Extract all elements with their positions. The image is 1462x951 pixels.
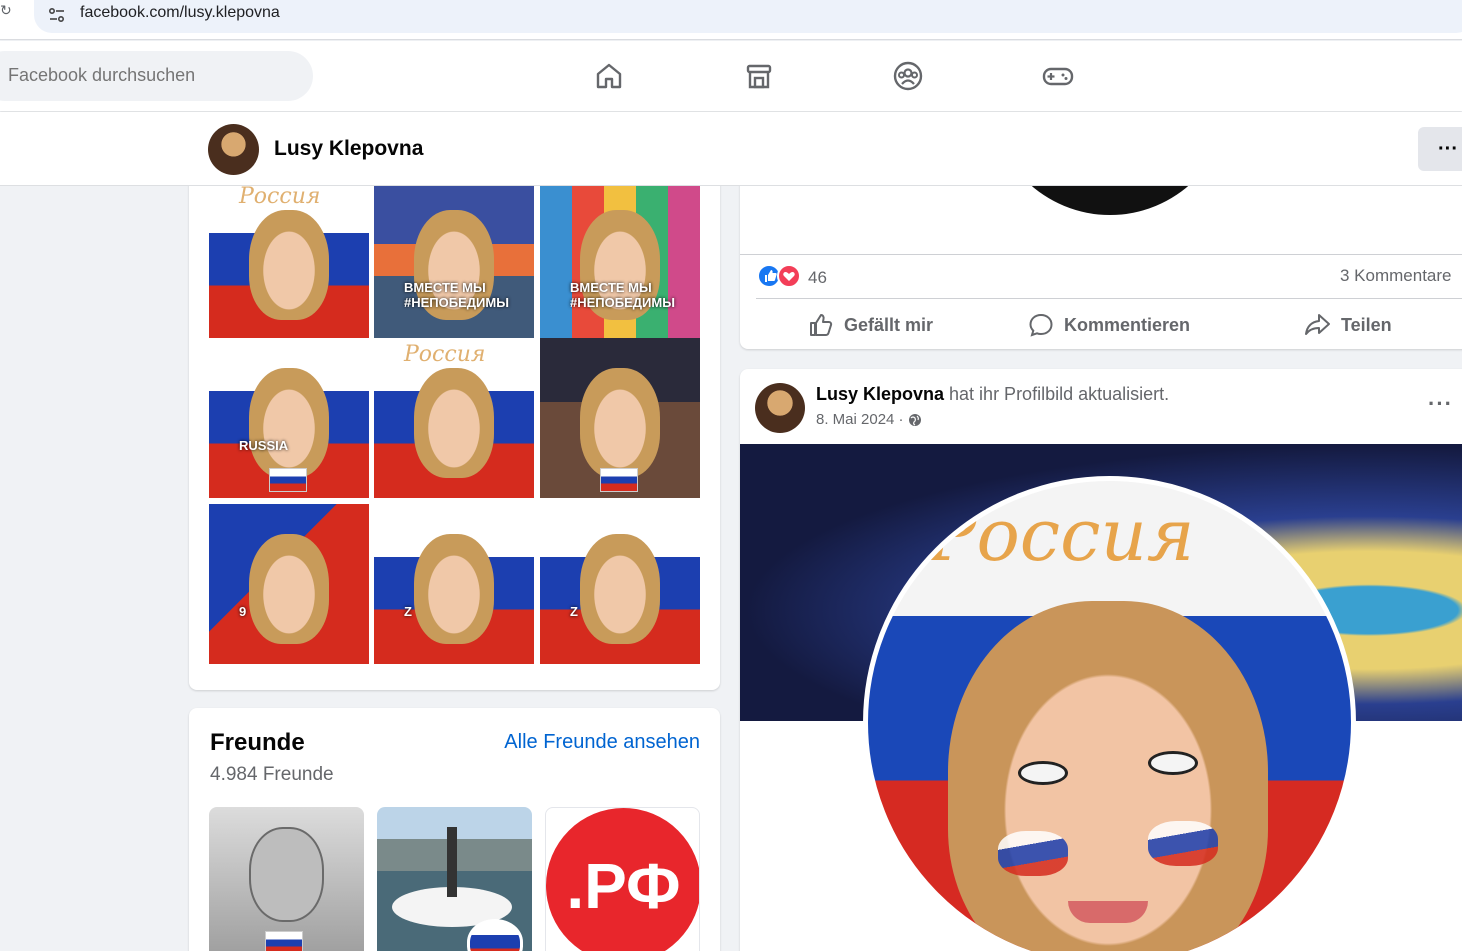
share-button[interactable]: Teilen [1303, 308, 1392, 342]
post-header: Lusy Klepovna hat ihr Profilbild aktuali… [816, 384, 1169, 405]
flag-face-paint [998, 831, 1068, 876]
photo-thumbnail[interactable]: ВМЕСТЕ МЫ #НЕПОБЕДИМЫ [540, 180, 700, 340]
divider [756, 298, 1462, 299]
reaction-count[interactable]: 46 [808, 268, 827, 288]
groups-icon[interactable] [890, 58, 926, 94]
portrait-face [414, 534, 494, 644]
friend-photo [447, 827, 457, 897]
photo-thumbnail[interactable]: Z [540, 504, 700, 664]
gaming-icon[interactable] [1040, 58, 1076, 94]
share-label: Teilen [1341, 314, 1392, 335]
post-options-button[interactable]: ··· [1428, 391, 1453, 417]
photo-script-text: Россия [239, 184, 321, 209]
like-love-reaction-icons[interactable] [757, 264, 803, 288]
share-icon [1305, 314, 1330, 335]
search-box[interactable] [0, 51, 313, 101]
image-script-text: Россия [928, 493, 1195, 577]
russian-flag-icon [265, 931, 303, 951]
browser-toolbar: ↻ facebook.com/lusy.klepovna [0, 0, 1462, 40]
photo-caption: 9 [239, 604, 247, 619]
comment-label: Kommentieren [1064, 314, 1191, 335]
post-date[interactable]: 8. Mai 2024 · [816, 411, 922, 428]
see-all-friends-link[interactable]: Alle Freunde ansehen [504, 731, 700, 754]
photo-caption: Z [404, 604, 412, 619]
photo-thumbnail[interactable]: 9 [209, 504, 369, 664]
friend-tile[interactable] [209, 807, 364, 951]
portrait-face [948, 601, 1268, 951]
search-input[interactable] [8, 65, 288, 86]
russian-flag-icon [269, 468, 307, 492]
comments-count[interactable]: 3 Kommentare [1340, 266, 1452, 286]
profile-name[interactable]: Lusy Klepovna [274, 137, 423, 161]
eye [1018, 761, 1068, 785]
post-action-text: hat ihr Profilbild aktualisiert. [944, 384, 1170, 404]
portrait-face [249, 368, 329, 478]
comment-icon [1029, 313, 1053, 337]
home-icon[interactable] [591, 58, 627, 94]
friend-photo [249, 827, 324, 922]
photo-thumbnail[interactable] [540, 338, 700, 498]
photo-caption: ВМЕСТЕ МЫ #НЕПОБЕДИМЫ [570, 280, 675, 310]
friends-count: 4.984 Freunde [210, 764, 334, 785]
photo-caption: ВМЕСТЕ МЫ #НЕПОБЕДИМЫ [404, 280, 509, 310]
rf-logo: .РФ [546, 808, 699, 951]
portrait-face [249, 210, 329, 320]
portrait-face [580, 534, 660, 644]
photo-thumbnail[interactable]: Россия [209, 180, 369, 340]
profile-sticky-header: Lusy Klepovna ··· [0, 112, 1462, 186]
photo-thumbnail[interactable]: Z [374, 504, 534, 664]
globe-icon [908, 413, 921, 426]
photo-caption: RUSSIA [239, 438, 289, 453]
portrait-face [249, 534, 329, 644]
friends-title: Freunde [210, 729, 305, 756]
photo-caption: Z [570, 604, 578, 619]
like-label: Gefällt mir [844, 314, 934, 335]
photo-thumbnail[interactable]: Россия [374, 338, 534, 498]
like-button[interactable]: Gefällt mir [808, 308, 933, 342]
friend-tile[interactable]: .РФ [545, 807, 700, 951]
russian-flag-icon [600, 468, 638, 492]
address-bar[interactable]: facebook.com/lusy.klepovna [34, 0, 1462, 33]
flag-face-paint [1148, 821, 1218, 866]
portrait-face [414, 368, 494, 478]
thumbs-up-icon [810, 314, 833, 336]
more-options-button[interactable]: ··· [1418, 127, 1462, 171]
comment-button[interactable]: Kommentieren [1028, 308, 1190, 342]
url-text[interactable]: facebook.com/lusy.klepovna [80, 4, 280, 22]
divider [740, 254, 1462, 255]
profile-avatar[interactable] [208, 124, 259, 175]
site-info-icon[interactable] [46, 4, 68, 26]
mouth [1068, 901, 1148, 923]
profile-picture-image[interactable]: Россия [863, 476, 1356, 951]
profile-picture-post: Lusy Klepovna hat ihr Profilbild aktuali… [740, 369, 1462, 951]
photo-thumbnail[interactable]: ВМЕСТЕ МЫ #НЕПОБЕДИМЫ [374, 180, 534, 340]
facebook-top-nav [0, 41, 1462, 111]
poster-name[interactable]: Lusy Klepovna [816, 384, 944, 404]
photos-card: Россия ВМЕСТЕ МЫ #НЕПОБЕДИМЫ ВМЕСТЕ МЫ #НЕ… [189, 130, 720, 690]
friends-card: Freunde 4.984 Freunde Alle Freunde anseh… [189, 708, 720, 951]
photo-thumbnail[interactable]: RUSSIA [209, 338, 369, 498]
portrait-face [580, 368, 660, 478]
marketplace-icon[interactable] [741, 58, 777, 94]
eye [1148, 751, 1198, 775]
reload-icon[interactable]: ↻ [0, 2, 12, 22]
poster-avatar[interactable] [755, 383, 805, 433]
friend-tile[interactable] [377, 807, 532, 951]
photo-script-text: Россия [404, 342, 486, 367]
